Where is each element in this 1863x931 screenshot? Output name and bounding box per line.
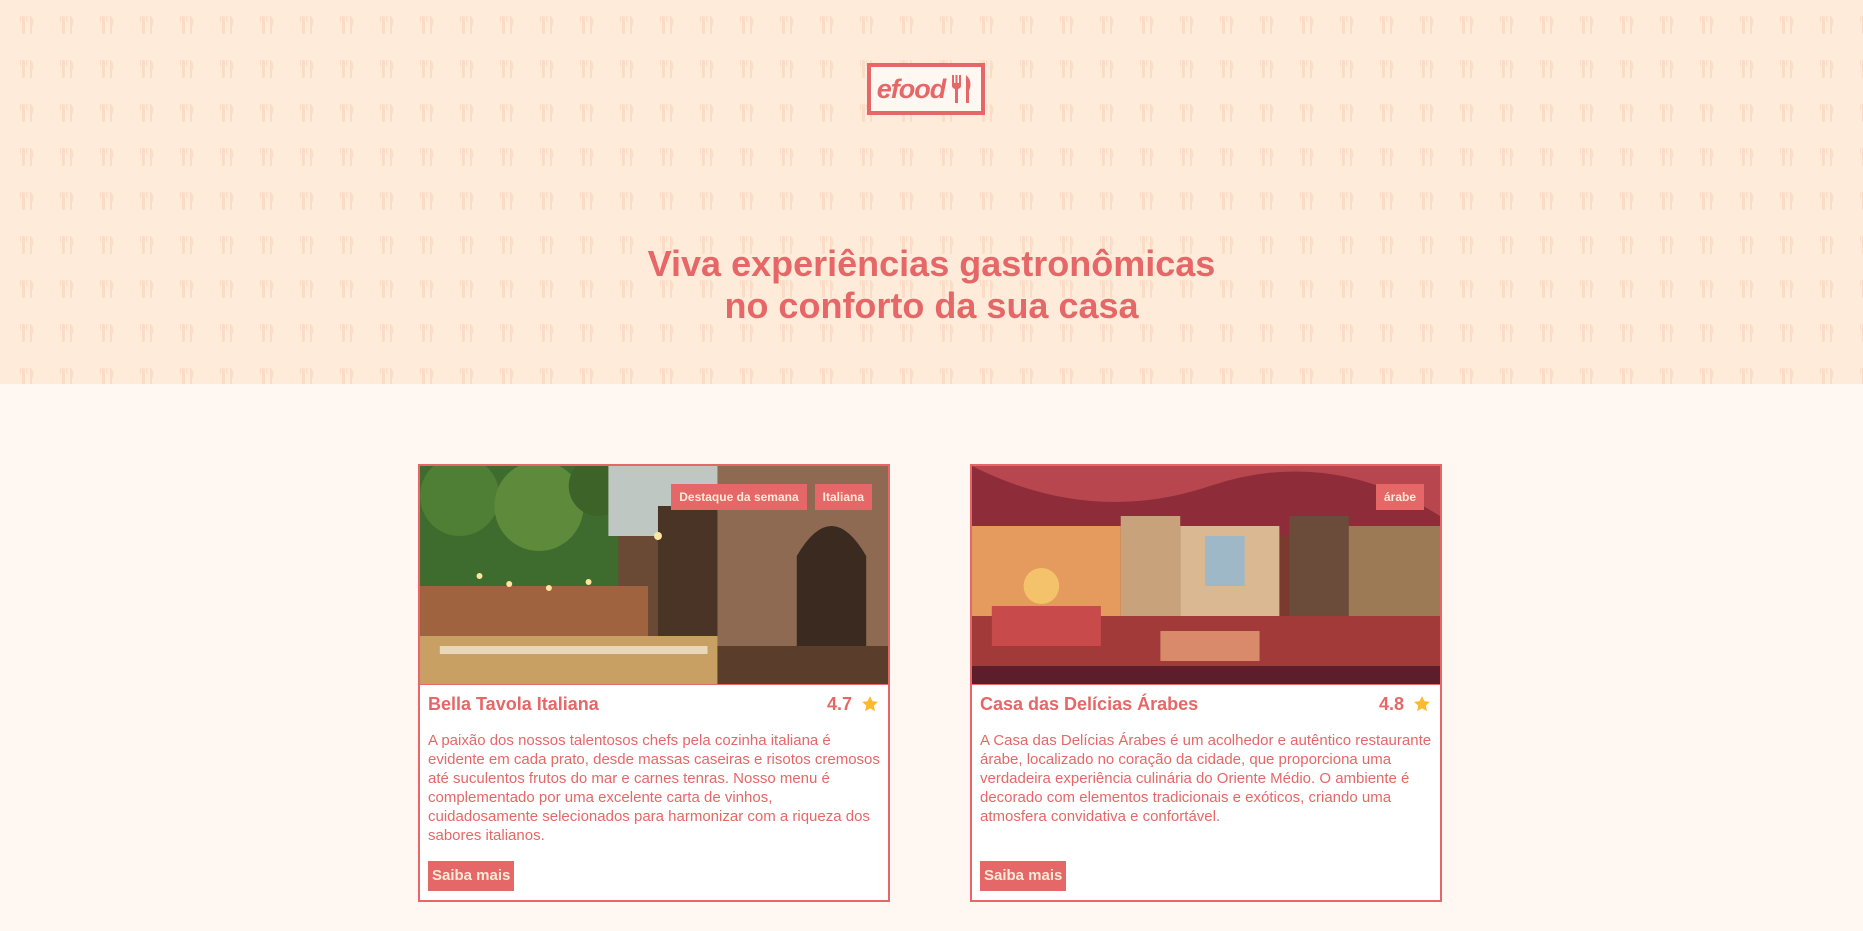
tag-list: árabe [1375, 484, 1424, 510]
rating-value: 4.8 [1378, 693, 1404, 714]
tag-cuisine: árabe [1375, 484, 1424, 510]
hero-banner: efood Viva experiências gastronômicas no… [0, 0, 1863, 384]
fork-knife-icon [952, 75, 971, 103]
star-icon [862, 696, 878, 712]
star-icon [1414, 696, 1430, 712]
restaurant-card[interactable]: Destaque da semana Italiana Bella Tavola… [418, 464, 890, 902]
restaurant-description: A Casa das Delícias Árabes é um acolhedo… [980, 732, 1432, 825]
restaurant-image: Destaque da semana Italiana [420, 466, 888, 685]
restaurant-name: Casa das Delícias Árabes [980, 693, 1199, 714]
card-body: Bella Tavola Italiana 4.7 A paixão dos n… [420, 685, 888, 891]
tag-featured: Destaque da semana [671, 484, 807, 510]
restaurant-name: Bella Tavola Italiana [428, 693, 599, 714]
card-header: Bella Tavola Italiana 4.7 [428, 693, 880, 715]
rating: 4.7 [827, 694, 880, 715]
restaurant-image: árabe [972, 466, 1440, 685]
rating-value: 4.7 [826, 693, 852, 714]
arab-restaurant-photo [972, 466, 1440, 684]
headline-line-2: no conforto da sua casa [724, 285, 1139, 326]
hero-headline: Viva experiências gastronômicas no confo… [0, 243, 1863, 327]
rating: 4.8 [1379, 694, 1432, 715]
card-body: Casa das Delícias Árabes 4.8 A Casa das … [972, 685, 1440, 891]
efood-logo[interactable]: efood [867, 63, 985, 115]
saiba-mais-button[interactable]: Saiba mais [428, 861, 515, 891]
restaurant-description: A paixão dos nossos talentosos chefs pel… [428, 732, 880, 844]
logo-text: efood [876, 73, 946, 104]
saiba-mais-button[interactable]: Saiba mais [980, 861, 1067, 891]
restaurant-card[interactable]: árabe Casa das Delícias Árabes 4.8 A Cas… [970, 464, 1442, 902]
card-header: Casa das Delícias Árabes 4.8 [980, 693, 1432, 715]
headline-line-1: Viva experiências gastronômicas [647, 243, 1216, 284]
tag-list: Destaque da semana Italiana [671, 484, 872, 510]
tag-cuisine: Italiana [814, 484, 872, 510]
